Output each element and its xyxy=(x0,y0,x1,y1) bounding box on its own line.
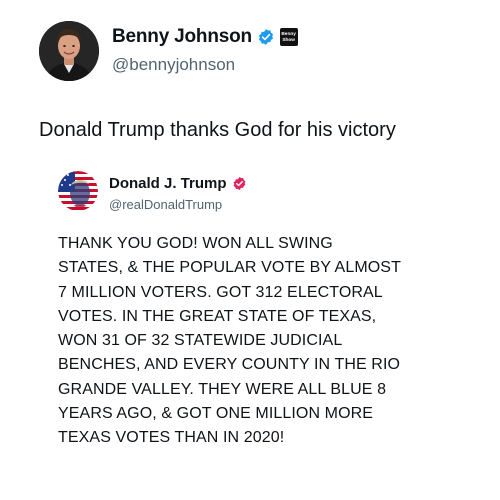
quoted-author-avatar[interactable] xyxy=(58,171,98,211)
quoted-post-text-line: BENCHES, AND EVERY COUNTY IN THE RIO xyxy=(58,356,401,374)
author-name-row: Benny Johnson Benny Show xyxy=(112,26,298,48)
flag-portrait-avatar-icon xyxy=(58,171,98,211)
post-text: Donald Trump thanks God for his victory xyxy=(39,119,396,141)
quoted-post-text-line: YEARS AGO, & GOT ONE MILLION MORE xyxy=(58,405,374,423)
quoted-post-text-line: 7 MILLION VOTERS. GOT 312 ELECTORAL xyxy=(58,283,383,301)
quoted-post-text: THANK YOU GOD! WON ALL SWING STATES, & T… xyxy=(58,232,478,451)
author-handle[interactable]: @bennyjohnson xyxy=(112,55,235,75)
quoted-author-name-row: Donald J. Trump xyxy=(109,175,247,192)
quoted-post-text-line: THANK YOU GOD! WON ALL SWING xyxy=(58,235,333,252)
quoted-post-text-line: VOTES. IN THE GREAT STATE OF TEXAS, xyxy=(58,307,377,325)
user-avatar-icon xyxy=(39,21,99,81)
quoted-post-text-line: STATES, & THE POPULAR VOTE BY ALMOST xyxy=(58,259,401,277)
quoted-author-display-name[interactable]: Donald J. Trump xyxy=(109,175,227,192)
author-display-name[interactable]: Benny Johnson xyxy=(112,26,252,48)
quoted-post-text-line: WON 31 OF 32 STATEWIDE JUDICIAL xyxy=(58,332,343,350)
quoted-author-handle[interactable]: @realDonaldTrump xyxy=(109,197,222,212)
affiliation-badge[interactable]: Benny Show xyxy=(279,28,298,46)
quoted-post-text-line: GRANDE VALLEY. THEY WERE ALL BLUE 8 xyxy=(58,380,387,398)
verified-badge-icon xyxy=(232,176,247,191)
post: Benny Johnson Benny Show @bennyjohnson D… xyxy=(0,0,500,500)
verified-badge-icon xyxy=(257,28,275,46)
quoted-post-text-line: TEXAS VOTES THAN IN 2020! xyxy=(58,429,285,447)
author-avatar[interactable] xyxy=(39,21,99,81)
